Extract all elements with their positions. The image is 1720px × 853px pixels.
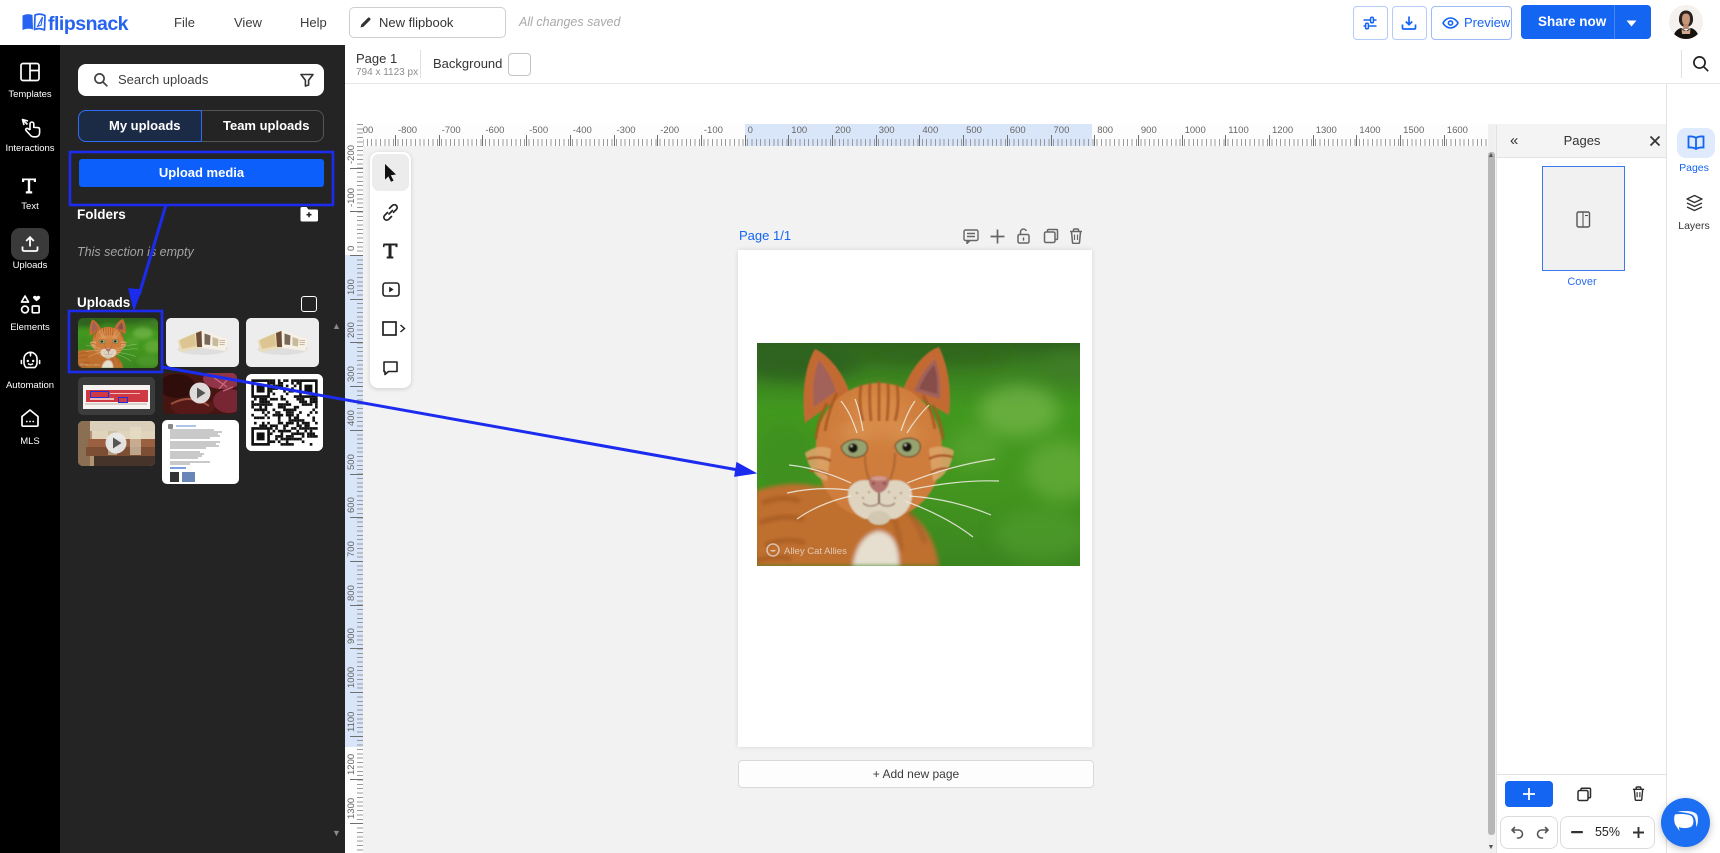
svg-text:flipsnack: flipsnack <box>48 13 129 35</box>
